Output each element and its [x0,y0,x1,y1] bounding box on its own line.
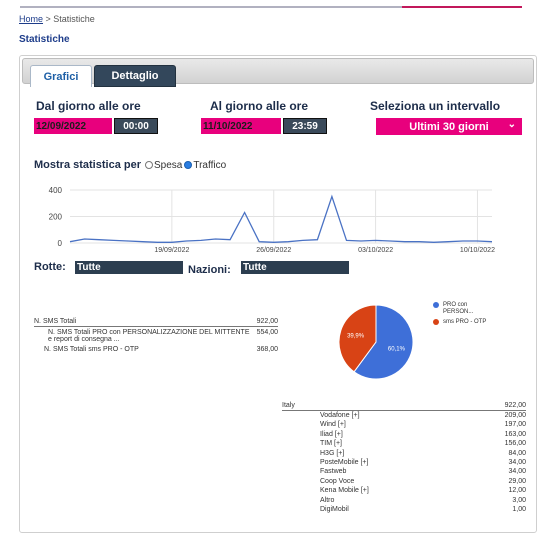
page-title: Statistiche [19,34,70,45]
nazioni-select[interactable]: Tutte [241,261,349,274]
operator-name: PosteMobile [+] [320,458,369,466]
breadcrumb: Home > Statistiche [19,14,95,24]
from-date-field[interactable]: 12/09/2022 [34,118,112,134]
y-tick-label: 0 [58,239,63,248]
breadcrumb-current: Statistiche [53,14,95,24]
operator-name: Coop Voce [320,477,355,485]
nation-total: 922,00 [504,402,526,409]
sms-row-otp-value: 368,00 [256,346,278,353]
to-label: Al giorno alle ore [210,99,309,113]
sms-row-otp-label: N. SMS Totali sms PRO - OTP [44,346,139,353]
sms-summary-table: N. SMS Totali 922,00 N. SMS Totali PRO c… [34,318,278,353]
operator-row: Altro 3,00 [282,497,526,505]
operator-row: Coop Voce 29,00 [282,478,526,486]
x-tick-label: 10/10/2022 [460,247,495,254]
sms-row-pro: N. SMS Totali PRO con PERSONALIZZAZIONE … [34,329,278,343]
operator-value: 34,00 [508,468,526,476]
y-tick-label: 400 [49,186,63,195]
nazioni-label: Nazioni: [188,264,231,276]
show-stats-row: Mostra statistica per Spesa Traffico [34,159,226,171]
nation-row: Italy 922,00 [282,402,526,411]
radio-spesa[interactable] [144,161,153,169]
legend-item-otp[interactable]: sms PRO - OTP [433,319,491,326]
interval-label: Seleziona un intervallo [370,99,501,113]
operator-value: 84,00 [508,449,526,457]
nation-name: Italy [282,402,295,409]
x-tick-label: 19/09/2022 [154,247,189,254]
interval-select-value: Ultimi 30 giorni [409,120,489,133]
operator-name: DigiMobil [320,505,349,513]
pie-legend: PRO con PERSON... sms PRO - OTP [433,302,491,329]
operator-value: 209,00 [504,412,526,419]
tab-dettaglio[interactable]: Dettaglio [94,65,176,87]
sms-total-row: N. SMS Totali 922,00 [34,318,278,327]
sms-total-value: 922,00 [256,318,278,325]
y-tick-label: 200 [49,213,63,222]
rotte-select[interactable]: Tutte [75,261,183,274]
operator-name: Vodafone [+] [320,412,360,419]
sms-row-pro-label: N. SMS Totali PRO con PERSONALIZZAZIONE … [48,329,250,343]
tab-bar: Grafici Dettaglio [22,58,534,87]
x-tick-label: 26/09/2022 [256,247,291,254]
operator-row: DigiMobil 1,00 [282,506,526,514]
top-border [0,0,544,9]
operator-row[interactable]: H3G [+] 84,00 [282,450,526,458]
show-stats-label: Mostra statistica per [34,159,141,171]
radio-traffico[interactable] [184,161,193,169]
breadcrumb-home-link[interactable]: Home [19,14,43,24]
operator-value: 34,00 [508,458,526,466]
operator-name: Kena Mobile [+] [320,487,369,495]
radio-spesa-label: Spesa [153,159,183,171]
operator-value: 156,00 [504,440,526,448]
top-border-gray [20,6,402,8]
traffic-line-chart: 400 200 0 19/09/2022 26/09/2022 03/10/2022 10… [49,186,495,254]
legend-label-otp: sms PRO - OTP [443,319,487,325]
legend-label-pro: PRO con PERSON... [443,302,474,315]
pie-slice-label: 60,1% [388,347,406,353]
operator-row[interactable]: Iliad [+] 163,00 [282,431,526,439]
operator-name: Fastweb [320,468,347,476]
interval-select[interactable]: Ultimi 30 giorni ⌄ [376,118,522,135]
traffic-series-line [69,194,493,243]
x-tick-label: 03/10/2022 [358,247,393,254]
operator-name: H3G [+] [320,449,345,457]
operator-value: 197,00 [504,421,526,429]
operator-value: 1,00 [512,505,526,513]
breadcrumb-separator: > [43,14,54,24]
chevron-down-icon: ⌄ [507,119,516,130]
to-time-field[interactable]: 23:59 [283,118,327,134]
operator-value: 12,00 [508,487,526,495]
operator-value: 3,00 [512,496,526,504]
operator-row[interactable]: Kena Mobile [+] 12,00 [282,487,526,495]
operator-value: 163,00 [504,430,526,438]
operator-name: Wind [+] [320,421,346,429]
operator-row[interactable]: TIM [+] 156,00 [282,440,526,448]
radio-traffico-label: Traffico [193,159,227,171]
sms-row-pro-value: 554,00 [256,329,278,336]
operator-name: Altro [320,496,335,504]
pie-slice-label: 39,9% [347,333,365,339]
legend-dot-pro [433,302,439,308]
top-border-accent [402,6,522,8]
nation-operator-table: Italy 922,00 Vodafone [+] 209,00 Wind [+] 1… [282,402,526,514]
sms-type-pie-chart: 60,1% 39,9% [338,304,414,380]
operator-value: 29,00 [508,477,526,485]
stats-card: Grafici Dettaglio Dal giorno alle ore 12… [19,55,537,533]
operator-name: TIM [+] [320,440,342,448]
to-date-field[interactable]: 11/10/2022 [201,118,281,134]
rotte-label: Rotte: [34,261,66,273]
sms-row-otp: N. SMS Totali sms PRO - OTP 368,00 [34,346,278,353]
sms-total-label: N. SMS Totali [34,318,77,325]
tab-grafici[interactable]: Grafici [30,65,92,87]
operator-row[interactable]: Wind [+] 197,00 [282,421,526,429]
from-time-field[interactable]: 00:00 [114,118,158,134]
operator-name: Iliad [+] [320,430,343,438]
operator-row[interactable]: PosteMobile [+] 34,00 [282,459,526,467]
from-label: Dal giorno alle ore [36,99,141,113]
operator-row[interactable]: Vodafone [+] 209,00 [282,412,526,420]
legend-dot-otp [433,319,439,325]
operator-row: Fastweb 34,00 [282,468,526,476]
legend-item-pro[interactable]: PRO con PERSON... [433,302,491,316]
